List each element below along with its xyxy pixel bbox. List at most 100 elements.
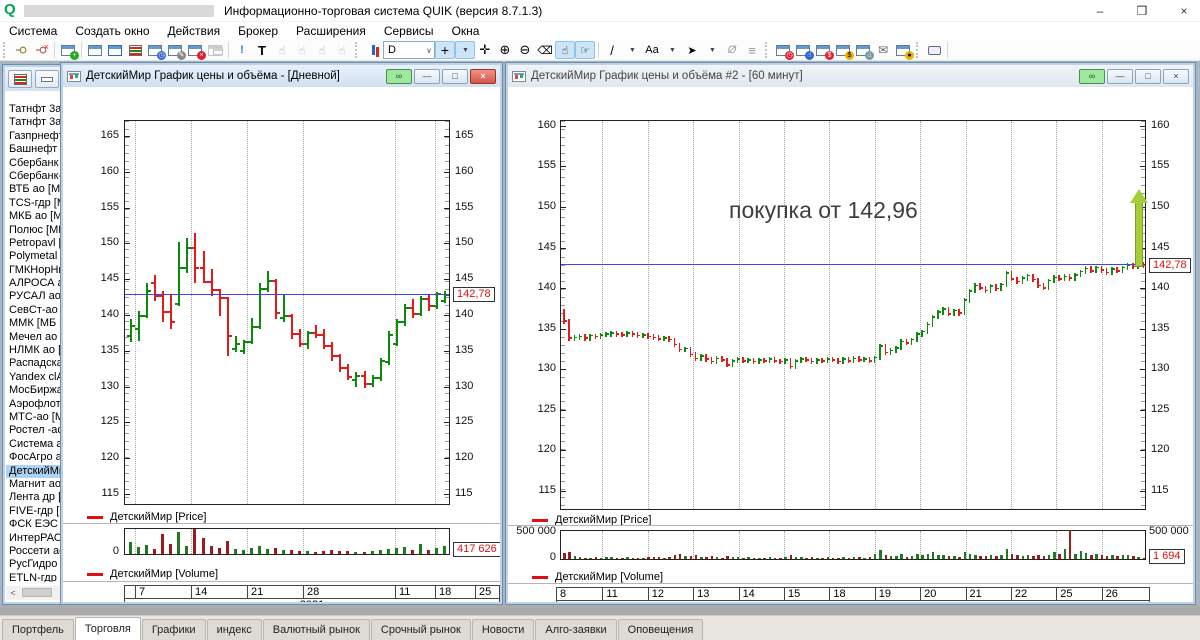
text-tool-icon[interactable]: Aa <box>642 41 662 59</box>
daily-window-titlebar[interactable]: ДетскийМир График цены и объёма - [Дневн… <box>63 65 500 87</box>
daily-volume-plot[interactable] <box>124 528 450 555</box>
hide-objects-icon[interactable]: Ø <box>722 41 742 59</box>
tab-Срочный рынок[interactable]: Срочный рынок <box>370 619 471 640</box>
hourly-volume-plot[interactable] <box>560 530 1146 560</box>
app-minimize-button[interactable]: – <box>1080 0 1120 22</box>
quotes-table-icon[interactable] <box>125 41 145 59</box>
mail-icon[interactable]: ✉ <box>873 41 893 59</box>
date-scale[interactable]: 8 11 12 13 14 15 18 19 20 21 22 25 26 <box>556 587 1150 601</box>
gridline <box>1011 121 1012 509</box>
text-t-icon[interactable]: T <box>252 41 272 59</box>
tab-Графики[interactable]: Графики <box>141 619 206 640</box>
layers-icon[interactable]: ≡ <box>742 41 762 59</box>
interval-select[interactable]: D ∨ <box>383 41 435 59</box>
menu-broker[interactable]: Брокер <box>229 22 287 40</box>
alert-bubble-icon[interactable]: ! <box>232 41 252 59</box>
tab-Оповещения[interactable]: Оповещения <box>617 619 704 640</box>
pointer-tool-icon[interactable]: ➤ <box>682 41 702 59</box>
price-bar <box>1037 277 1039 288</box>
hourly-minimize-button[interactable]: — <box>1107 68 1133 84</box>
new-window-icon[interactable]: + <box>58 41 79 60</box>
table-clock-icon[interactable]: ◷ <box>145 41 166 60</box>
date-cell: 18 <box>829 588 874 600</box>
zoom-in-icon[interactable]: ⊕ <box>495 41 515 59</box>
hourly-restore-button[interactable]: □ <box>1135 68 1161 84</box>
daily-restore-button[interactable]: □ <box>442 68 468 84</box>
hand-point-icon[interactable]: ☝ <box>555 41 575 59</box>
table-copy-icon[interactable] <box>205 41 225 59</box>
date-cell: 19 <box>874 588 920 600</box>
hourly-close-button[interactable]: × <box>1163 68 1189 84</box>
chart-bars-icon[interactable] <box>363 41 383 59</box>
tab-индекс[interactable]: индекс <box>206 619 262 640</box>
zoom-out-icon[interactable]: ⊖ <box>515 41 535 59</box>
quotes-scroll-left-arrow[interactable]: < <box>6 588 20 598</box>
daily-price-plot[interactable] <box>124 120 450 505</box>
menu-sistema[interactable]: Система <box>0 22 66 40</box>
hand-3-icon[interactable]: ☝ <box>312 41 332 59</box>
tab-Алго-заявки[interactable]: Алго-заявки <box>535 619 617 640</box>
hand-2-icon[interactable]: ☝ <box>292 41 312 59</box>
chart-window-icon[interactable] <box>105 41 125 59</box>
volume-bar <box>568 551 571 559</box>
volume-bar <box>958 556 961 559</box>
add-plus-button[interactable]: + <box>435 41 455 59</box>
link-charts-button[interactable]: ∞ <box>386 68 412 84</box>
disconnect-key-icon[interactable]: ⚲ × <box>31 41 51 59</box>
close-tick <box>996 287 999 290</box>
stop-orders-icon[interactable]: $ <box>813 41 834 60</box>
comment-bubble-icon[interactable] <box>924 41 944 59</box>
tab-Портфель[interactable]: Портфель <box>2 619 74 640</box>
orders-table-icon[interactable]: ◷ <box>773 41 794 60</box>
limits-table-icon[interactable]: ⌂ <box>853 41 874 60</box>
link-charts-button[interactable]: ∞ <box>1079 68 1105 84</box>
gridline <box>1056 121 1057 509</box>
daily-close-button[interactable]: × <box>470 68 496 84</box>
axis-tick <box>444 422 449 424</box>
trades-table-icon[interactable]: ☝ <box>793 41 814 60</box>
axis-tick <box>444 493 449 495</box>
redacted-account-block <box>24 5 214 17</box>
table-delete-icon[interactable]: × <box>185 41 206 60</box>
new-chart-icon[interactable] <box>85 41 105 59</box>
menu-okna[interactable]: Окна <box>443 22 489 40</box>
menu-deystviya[interactable]: Действия <box>159 22 230 40</box>
volume-bar <box>742 557 745 559</box>
eraser-icon[interactable]: ⌫ <box>535 41 555 59</box>
tab-Торговля[interactable]: Торговля <box>74 617 141 640</box>
hand-4-icon[interactable]: ☝ <box>332 41 352 59</box>
portfolio-coins-icon[interactable]: ● <box>893 41 914 60</box>
hourly-window-titlebar[interactable]: ДетскийМир График цены и объёма #2 - [60… <box>508 65 1193 87</box>
tab-Валютный рынок[interactable]: Валютный рынок <box>262 619 370 640</box>
line-tool-dropdown[interactable]: ▼ <box>622 41 642 59</box>
hand-1-icon[interactable]: ☝ <box>272 41 292 59</box>
date-scale[interactable]: 7 14 21 28 11 18 25 <box>124 585 500 599</box>
y-axis-label: 155 <box>100 200 119 213</box>
connect-key-icon[interactable]: ⚲ <box>11 41 31 59</box>
quotes-table-button[interactable] <box>8 70 32 88</box>
add-plus-dropdown[interactable]: ▼ <box>455 41 475 59</box>
menu-servisy[interactable]: Сервисы <box>375 22 443 40</box>
pointer-tool-dropdown[interactable]: ▼ <box>702 41 722 59</box>
daily-minimize-button[interactable]: — <box>414 68 440 84</box>
text-tool-dropdown[interactable]: ▼ <box>662 41 682 59</box>
quotes-minimize-button[interactable] <box>35 70 59 88</box>
table-edit-icon[interactable]: ✎ <box>165 41 186 60</box>
last-volume-label: 417 626 <box>453 542 500 557</box>
hourly-price-plot[interactable]: покупка от 142,96 <box>560 120 1148 510</box>
date-cell: 26 <box>1101 588 1147 600</box>
menu-rasshireniya[interactable]: Расширения <box>287 22 375 40</box>
axis-tick <box>125 171 130 173</box>
money-table-icon[interactable]: $ <box>833 41 854 60</box>
line-tool-icon[interactable]: / <box>602 41 622 59</box>
quotes-scroll-thumb[interactable] <box>22 588 52 597</box>
app-restore-button[interactable]: ❒ <box>1122 0 1162 22</box>
axis-tick <box>1140 450 1145 452</box>
app-close-button[interactable]: × <box>1164 0 1200 22</box>
hand-pan-icon[interactable]: ☞ <box>575 41 595 59</box>
tab-Новости[interactable]: Новости <box>471 619 535 640</box>
close-tick <box>679 348 683 351</box>
menu-sozdat-okno[interactable]: Создать окно <box>66 22 158 40</box>
move-chart-icon[interactable]: ✛ <box>475 41 495 59</box>
close-tick <box>227 335 232 338</box>
